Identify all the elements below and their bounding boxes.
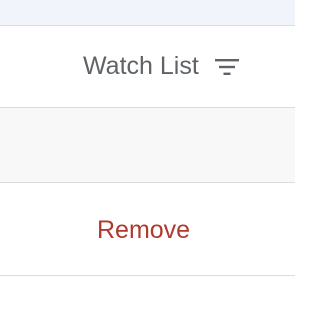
table-row: Remove: [0, 183, 295, 276]
top-strip: [0, 0, 295, 26]
remove-button[interactable]: Remove: [97, 215, 190, 245]
table-row: [0, 108, 295, 183]
column-header-watch-list[interactable]: Watch List: [83, 51, 199, 81]
table-header-row: Watch List: [0, 26, 295, 108]
filter-icon-graphic: [215, 59, 239, 75]
filter-icon[interactable]: [214, 59, 240, 75]
